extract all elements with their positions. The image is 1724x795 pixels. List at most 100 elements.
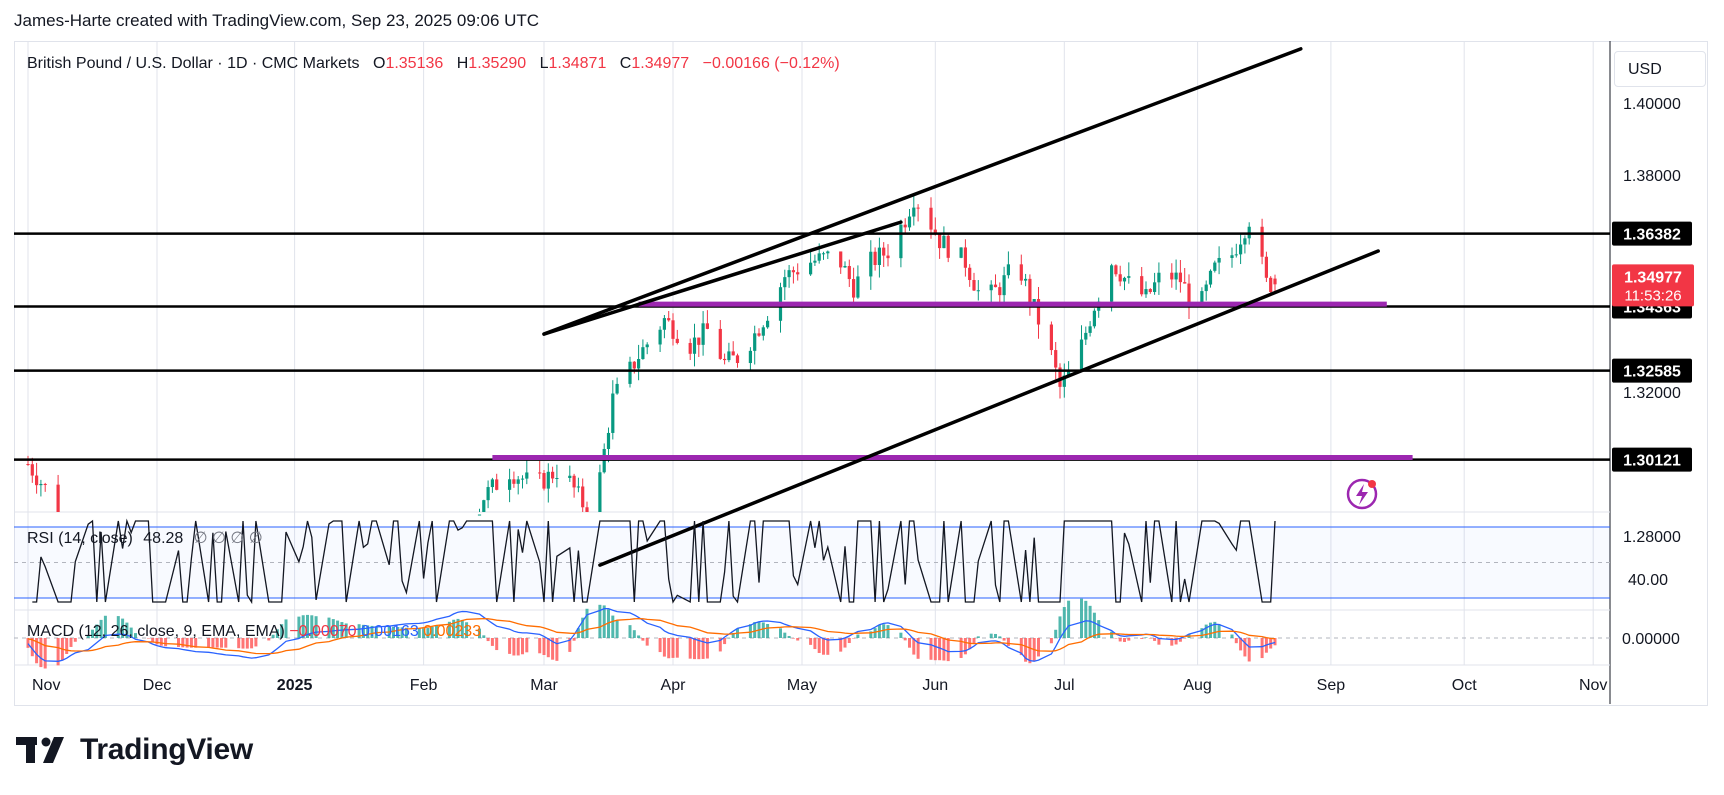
candle[interactable] [946, 233, 950, 263]
candle[interactable] [753, 325, 757, 365]
candle[interactable] [735, 353, 740, 368]
candle[interactable] [701, 311, 705, 356]
candle[interactable] [963, 239, 967, 277]
candle[interactable] [1144, 281, 1148, 298]
candle[interactable] [538, 460, 542, 479]
candle[interactable] [671, 313, 675, 346]
candle[interactable] [993, 274, 998, 288]
candle[interactable] [1243, 235, 1247, 254]
candle[interactable] [1092, 308, 1096, 329]
candle[interactable] [611, 380, 615, 440]
candle[interactable] [697, 337, 701, 358]
candle[interactable] [546, 463, 550, 503]
candle[interactable] [520, 475, 525, 489]
candle[interactable] [482, 499, 486, 512]
candle[interactable] [856, 265, 860, 299]
candle[interactable] [1088, 321, 1092, 337]
candle[interactable] [727, 342, 731, 363]
candle[interactable] [516, 476, 520, 495]
candle[interactable] [1024, 273, 1028, 287]
candle[interactable] [598, 464, 602, 512]
candle[interactable] [839, 251, 843, 274]
candle[interactable] [1006, 251, 1010, 279]
trend-line[interactable] [598, 249, 1380, 567]
candle[interactable] [826, 250, 830, 260]
candle[interactable] [1148, 288, 1152, 294]
candle[interactable] [1213, 260, 1217, 273]
candle[interactable] [490, 477, 494, 493]
candle[interactable] [1002, 266, 1006, 307]
candle[interactable] [907, 209, 912, 231]
candle[interactable] [942, 226, 946, 249]
candle[interactable] [576, 477, 580, 493]
candle[interactable] [813, 254, 817, 266]
candle[interactable] [968, 264, 972, 287]
candle[interactable] [1170, 263, 1174, 288]
candle[interactable] [1019, 254, 1023, 285]
candle[interactable] [916, 204, 920, 222]
candle[interactable] [1208, 269, 1213, 288]
candle[interactable] [688, 338, 692, 361]
candle[interactable] [1140, 266, 1144, 297]
candle[interactable] [486, 480, 490, 509]
candle[interactable] [1178, 260, 1182, 293]
candle[interactable] [1054, 341, 1058, 380]
candle[interactable] [1118, 265, 1122, 287]
candle[interactable] [1062, 363, 1066, 398]
tradingview-logo[interactable]: TradingView [16, 733, 253, 767]
candle[interactable] [1260, 218, 1264, 265]
candle[interactable] [912, 193, 916, 226]
candle[interactable] [692, 323, 697, 367]
candle[interactable] [508, 468, 512, 503]
candle[interactable] [796, 263, 800, 281]
candle[interactable] [1122, 276, 1127, 291]
candle[interactable] [731, 341, 735, 356]
candle[interactable] [585, 501, 589, 512]
candle[interactable] [886, 244, 890, 267]
candle[interactable] [761, 325, 765, 341]
candle[interactable] [903, 218, 907, 233]
candle[interactable] [551, 466, 555, 484]
candle[interactable] [667, 311, 671, 322]
candle[interactable] [1114, 264, 1118, 277]
candle[interactable] [641, 339, 645, 360]
candle[interactable] [1234, 243, 1238, 258]
candle[interactable] [718, 320, 722, 360]
candle[interactable] [1183, 267, 1187, 284]
trend-line[interactable] [542, 47, 1303, 336]
candle[interactable] [542, 469, 546, 491]
price-chart[interactable]: 1.363821.343631.325851.301211.400001.380… [0, 0, 1724, 795]
candle[interactable] [658, 326, 662, 353]
candle[interactable] [873, 247, 877, 271]
candle[interactable] [1239, 232, 1243, 265]
candle[interactable] [1079, 325, 1084, 372]
candle[interactable] [938, 234, 942, 259]
candle[interactable] [959, 247, 963, 259]
candle[interactable] [989, 280, 993, 303]
candle[interactable] [675, 329, 679, 345]
candle[interactable] [1204, 280, 1208, 301]
candle[interactable] [852, 267, 856, 304]
candle[interactable] [748, 347, 752, 371]
candle[interactable] [1264, 251, 1268, 283]
candle[interactable] [56, 474, 60, 512]
candle[interactable] [757, 328, 761, 337]
candle[interactable] [766, 316, 770, 329]
candle[interactable] [847, 259, 851, 287]
candle[interactable] [1269, 276, 1273, 295]
candle[interactable] [26, 455, 30, 466]
candle[interactable] [705, 310, 709, 330]
candle[interactable] [869, 240, 873, 290]
candle[interactable] [723, 353, 727, 365]
candle[interactable] [628, 356, 632, 388]
candle[interactable] [1187, 274, 1191, 319]
candle[interactable] [555, 464, 559, 488]
candle[interactable] [821, 251, 826, 260]
candle[interactable] [495, 473, 499, 491]
candle[interactable] [1174, 259, 1178, 290]
candle[interactable] [525, 458, 529, 485]
candle[interactable] [568, 465, 572, 482]
candle[interactable] [637, 344, 641, 381]
candle[interactable] [1127, 262, 1131, 284]
candle[interactable] [877, 237, 881, 278]
